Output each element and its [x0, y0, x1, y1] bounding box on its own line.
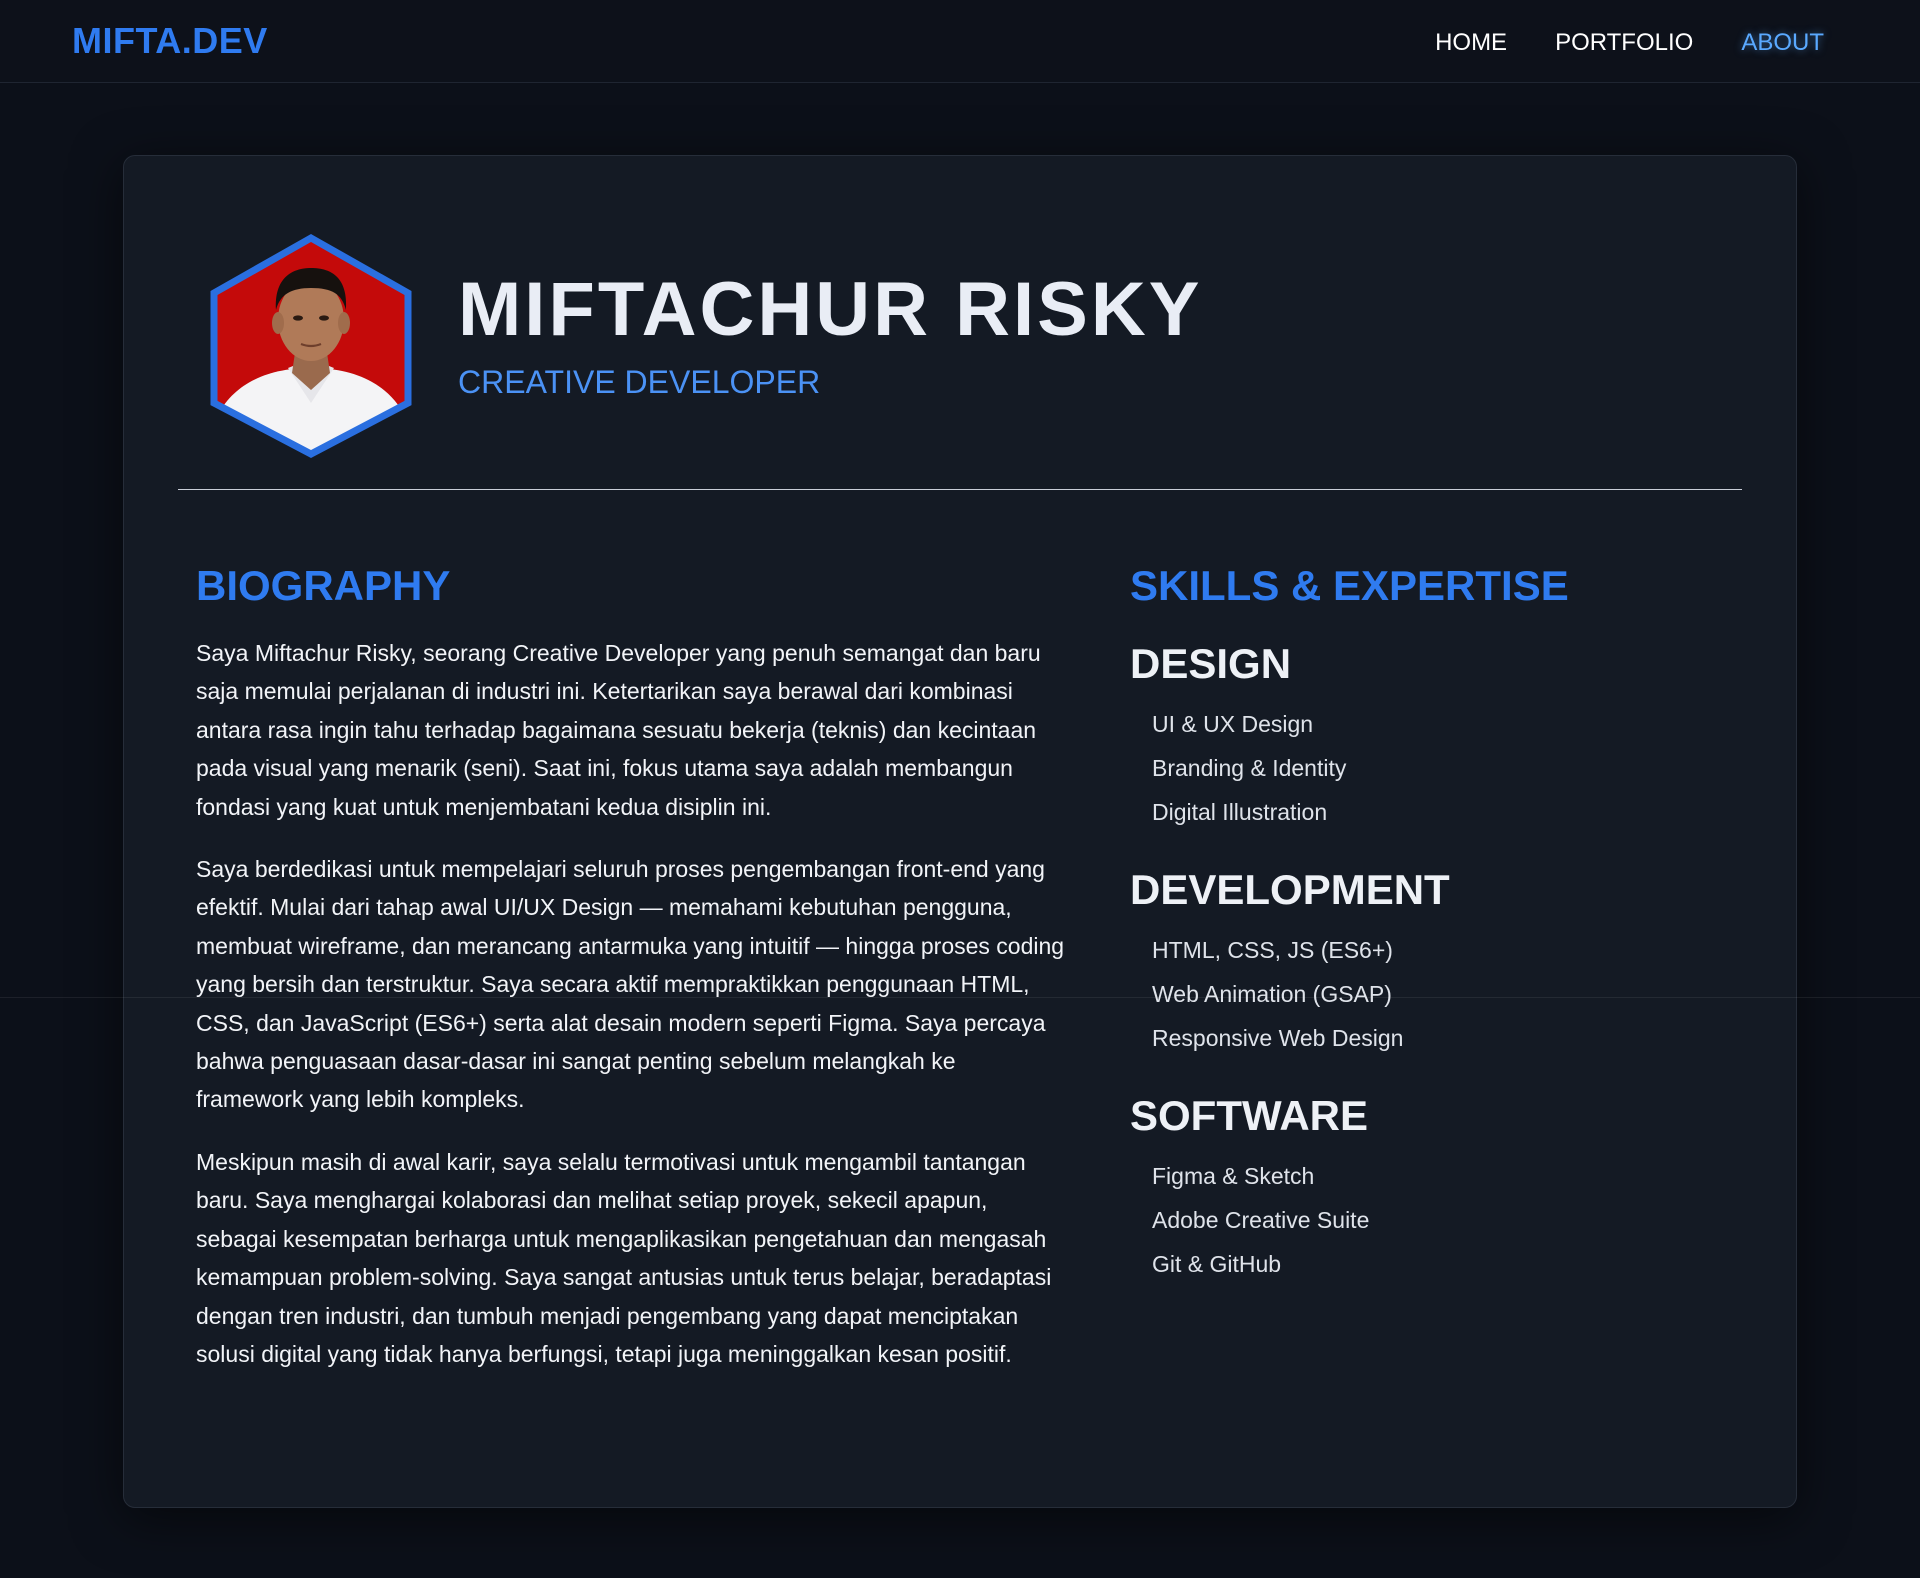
- skills-title: SKILLS & EXPERTISE: [1130, 562, 1569, 609]
- navbar: MIFTA.DEV HOME PORTFOLIO ABOUT: [0, 0, 1920, 83]
- screen-seam-line: [0, 997, 1920, 998]
- section-divider: [178, 489, 1742, 490]
- nav-link-about[interactable]: ABOUT: [1741, 28, 1824, 58]
- nav-link-home[interactable]: HOME: [1435, 28, 1507, 58]
- skill-item: Responsive Web Design: [1152, 1025, 1404, 1051]
- profile-name: MIFTACHUR RISKY: [458, 267, 1203, 352]
- skill-group-software: SOFTWARE Figma & Sketch Adobe Creative S…: [1130, 1090, 1690, 1286]
- skill-item: HTML, CSS, JS (ES6+): [1152, 937, 1393, 963]
- skill-item: Git & GitHub: [1152, 1251, 1282, 1277]
- skill-group-development: DEVELOPMENT HTML, CSS, JS (ES6+) Web Ani…: [1130, 864, 1690, 1060]
- skill-item: Digital Illustration: [1152, 799, 1328, 825]
- about-card: MIFTACHUR RISKY CREATIVE DEVELOPER BIOGR…: [123, 155, 1797, 1508]
- profile-role: CREATIVE DEVELOPER: [458, 364, 821, 400]
- skill-item: Branding & Identity: [1152, 755, 1347, 781]
- skill-group-design: DESIGN UI & UX Design Branding & Identit…: [1130, 638, 1690, 834]
- skill-item: Adobe Creative Suite: [1152, 1207, 1370, 1233]
- biography-paragraph: Saya berdedikasi untuk mempelajari selur…: [196, 856, 1065, 1113]
- skill-group-title: SOFTWARE: [1130, 1092, 1368, 1139]
- profile-photo-hexagon: [210, 233, 412, 458]
- skill-group-title: DESIGN: [1130, 640, 1292, 687]
- biography-title: BIOGRAPHY: [196, 562, 451, 609]
- skill-group-title: DEVELOPMENT: [1130, 866, 1450, 913]
- bottom-strip: [0, 1578, 1920, 1582]
- skill-item: Web Animation (GSAP): [1152, 981, 1392, 1007]
- profile-photo: [196, 228, 426, 458]
- biography-section: BIOGRAPHY Saya Miftachur Risky, seorang …: [196, 560, 1066, 1397]
- biography-paragraph: Meskipun masih di awal karir, saya selal…: [196, 1148, 1052, 1367]
- biography-paragraph: Saya Miftachur Risky, seorang Creative D…: [196, 640, 1041, 820]
- skills-section: SKILLS & EXPERTISE DESIGN UI & UX Design…: [1130, 560, 1690, 1316]
- nav-links: HOME PORTFOLIO ABOUT: [1435, 28, 1824, 58]
- site-logo[interactable]: MIFTA.DEV: [72, 20, 268, 62]
- nav-link-portfolio[interactable]: PORTFOLIO: [1555, 28, 1693, 58]
- page: MIFTA.DEV HOME PORTFOLIO ABOUT MIFTACHUR…: [0, 0, 1920, 1582]
- skill-item: Figma & Sketch: [1152, 1163, 1315, 1189]
- skill-item: UI & UX Design: [1152, 711, 1314, 737]
